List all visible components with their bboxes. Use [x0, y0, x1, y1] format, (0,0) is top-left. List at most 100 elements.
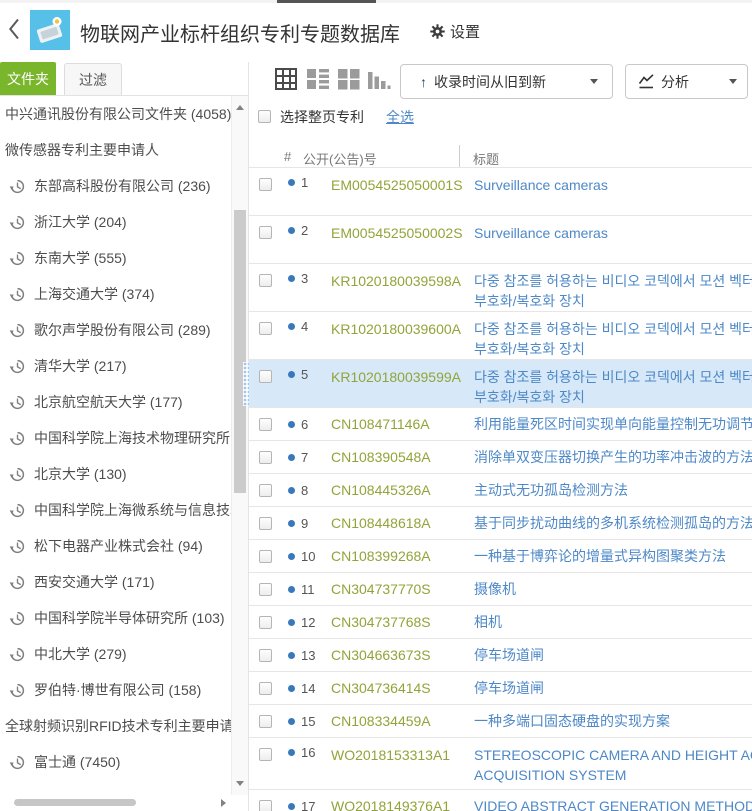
folder-item[interactable]: 富士通 (7450): [0, 744, 231, 780]
folder-item[interactable]: 浙江大学 (204): [0, 204, 231, 240]
publication-number-link[interactable]: KR1020180039599A: [331, 367, 474, 387]
horizontal-scroll-thumb[interactable]: [14, 799, 136, 806]
row-checkbox[interactable]: [259, 178, 272, 191]
row-checkbox[interactable]: [259, 417, 272, 431]
patent-title-link-line2[interactable]: 부호화/복호화 장치: [474, 387, 752, 407]
row-index: 8: [301, 482, 309, 498]
row-checkbox[interactable]: [259, 370, 272, 383]
row-checkbox[interactable]: [259, 615, 272, 629]
tab-filter[interactable]: 过滤: [64, 63, 122, 96]
patent-title-link[interactable]: 主动式无功孤岛检测方法: [474, 480, 752, 500]
publication-number-link[interactable]: KR1020180039598A: [331, 271, 474, 291]
patent-title-link[interactable]: 基于同步扰动曲线的多机系统检测孤岛的方法: [474, 513, 752, 533]
folder-item[interactable]: 中国科学院上海微系统与信息技术: [0, 492, 231, 528]
patent-title-link[interactable]: 다중 참조를 허용하는 비디오 코덱에서 모션 벡터를 예: [474, 271, 752, 291]
publication-number-link[interactable]: WO2018149376A1: [331, 796, 474, 811]
select-page-checkbox[interactable]: [258, 110, 271, 123]
row-checkbox[interactable]: [259, 549, 272, 563]
folder-item[interactable]: 中北大学 (279): [0, 636, 231, 672]
scroll-right-icon[interactable]: [221, 799, 226, 807]
sort-dropdown[interactable]: ↑ 收录时间从旧到新: [400, 64, 613, 99]
folder-group-label[interactable]: 微传感器专利主要申请人: [0, 132, 231, 168]
publication-number-link[interactable]: CN304663673S: [331, 645, 474, 665]
select-all-link[interactable]: 全选: [386, 107, 414, 127]
folder-item[interactable]: 北京航空航天大学 (177): [0, 384, 231, 420]
row-checkbox[interactable]: [259, 226, 272, 239]
scroll-down-icon[interactable]: [236, 781, 244, 786]
publication-number-link[interactable]: CN108390548A: [331, 447, 474, 467]
publication-number-link[interactable]: CN108471146A: [331, 414, 474, 434]
publication-number-link[interactable]: CN108399268A: [331, 546, 474, 566]
patent-title-link[interactable]: 停车场道闸: [474, 645, 752, 665]
publication-number-link[interactable]: CN304737768S: [331, 612, 474, 632]
row-checkbox[interactable]: [259, 516, 272, 530]
table-view-button[interactable]: [274, 67, 300, 93]
publication-number-link[interactable]: KR1020180039600A: [331, 319, 474, 339]
folder-group-label[interactable]: 中兴通讯股份有限公司文件夹 (4058): [0, 96, 231, 132]
row-checkbox[interactable]: [259, 274, 272, 287]
row-index: 7: [301, 449, 309, 465]
sidebar-vertical-scrollbar[interactable]: [231, 96, 248, 795]
patent-title-link[interactable]: 다중 참조를 허용하는 비디오 코덱에서 모션 벡터를 예: [474, 319, 752, 339]
title-cell: 一种基于博弈论的增量式异构图聚类方法: [474, 546, 752, 566]
analyze-dropdown[interactable]: 分析: [625, 64, 748, 99]
patent-title-link[interactable]: 一种基于博弈论的增量式异构图聚类方法: [474, 546, 752, 566]
publication-number-link[interactable]: CN304737770S: [331, 579, 474, 599]
patent-title-link[interactable]: Surveillance cameras: [474, 175, 752, 195]
publication-number-link[interactable]: CN304736414S: [331, 678, 474, 698]
publication-number-link[interactable]: CN108334459A: [331, 711, 474, 731]
back-button[interactable]: [8, 18, 20, 40]
patent-title-link[interactable]: VIDEO ABSTRACT GENERATION METHOD AND DE: [474, 796, 752, 811]
row-checkbox[interactable]: [259, 748, 272, 761]
patent-title-link[interactable]: STEREOSCOPIC CAMERA AND HEIGHT ACQUISIT: [474, 745, 752, 765]
folder-item[interactable]: 东部高科股份有限公司 (236): [0, 168, 231, 204]
history-clock-icon: [9, 286, 26, 303]
patent-title-link[interactable]: 다중 참조를 허용하는 비디오 코덱에서 모션 벡터를 예: [474, 367, 752, 387]
chart-view-button[interactable]: [367, 67, 393, 93]
sidebar-horizontal-scrollbar[interactable]: [0, 795, 248, 811]
folder-item[interactable]: 东南大学 (555): [0, 240, 231, 276]
row-checkbox[interactable]: [259, 483, 272, 497]
patent-title-link[interactable]: 一种多端口固态硬盘的实现方案: [474, 711, 752, 731]
card-view-button[interactable]: [337, 67, 363, 93]
row-checkbox[interactable]: [259, 450, 272, 464]
folder-item[interactable]: 上海交通大学 (374): [0, 276, 231, 312]
folder-item[interactable]: 松下电器产业株式会社 (94): [0, 528, 231, 564]
row-checkbox[interactable]: [259, 648, 272, 662]
publication-number-link[interactable]: CN108448618A: [331, 513, 474, 533]
patent-title-link[interactable]: 相机: [474, 612, 752, 632]
vertical-scroll-thumb[interactable]: [234, 210, 246, 493]
tab-folders[interactable]: 文件夹: [0, 62, 56, 96]
folder-item[interactable]: 清华大学 (217): [0, 348, 231, 384]
patent-title-link[interactable]: 停车场道闸: [474, 678, 752, 698]
row-checkbox[interactable]: [259, 582, 272, 596]
folder-item[interactable]: 罗伯特·博世有限公司 (158): [0, 672, 231, 708]
settings-button[interactable]: 设置: [430, 21, 480, 42]
patent-title-link[interactable]: 摄像机: [474, 579, 752, 599]
folder-item[interactable]: 北京大学 (130): [0, 456, 231, 492]
scroll-up-icon[interactable]: [236, 105, 244, 110]
patent-title-link-line2[interactable]: 부호화/복호화 장치: [474, 291, 752, 311]
row-checkbox[interactable]: [259, 681, 272, 695]
row-index: 16: [301, 745, 316, 760]
folder-item[interactable]: 歌尔声学股份有限公司 (289): [0, 312, 231, 348]
publication-number-link[interactable]: EM0054525050001S: [331, 175, 474, 195]
publication-number-link[interactable]: CN108445326A: [331, 480, 474, 500]
row-checkbox[interactable]: [259, 322, 272, 335]
folder-item[interactable]: 西安交通大学 (171): [0, 564, 231, 600]
row-checkbox[interactable]: [259, 799, 272, 811]
folder-item[interactable]: 中国科学院上海技术物理研究所: [0, 420, 231, 456]
patent-title-link-line2[interactable]: ACQUISITION SYSTEM: [474, 765, 752, 785]
patent-title-link[interactable]: 利用能量死区时间实现单向能量控制无功调节的方法: [474, 414, 752, 434]
publication-number-link[interactable]: EM0054525050002S: [331, 223, 474, 243]
folder-group-label[interactable]: 全球射频识别RFID技术专利主要申请: [0, 708, 231, 744]
folder-item[interactable]: 中国科学院半导体研究所 (103): [0, 600, 231, 636]
row-checkbox[interactable]: [259, 714, 272, 728]
title-cell: Surveillance cameras: [474, 175, 752, 195]
row-index-cell: 10: [288, 549, 331, 564]
patent-title-link[interactable]: 消除单双变压器切换产生的功率冲击波的方法: [474, 447, 752, 467]
publication-number-link[interactable]: WO2018153313A1: [331, 745, 474, 765]
list-view-button[interactable]: [306, 67, 332, 93]
patent-title-link[interactable]: Surveillance cameras: [474, 223, 752, 243]
patent-title-link-line2[interactable]: 부호화/복호화 장치: [474, 339, 752, 359]
